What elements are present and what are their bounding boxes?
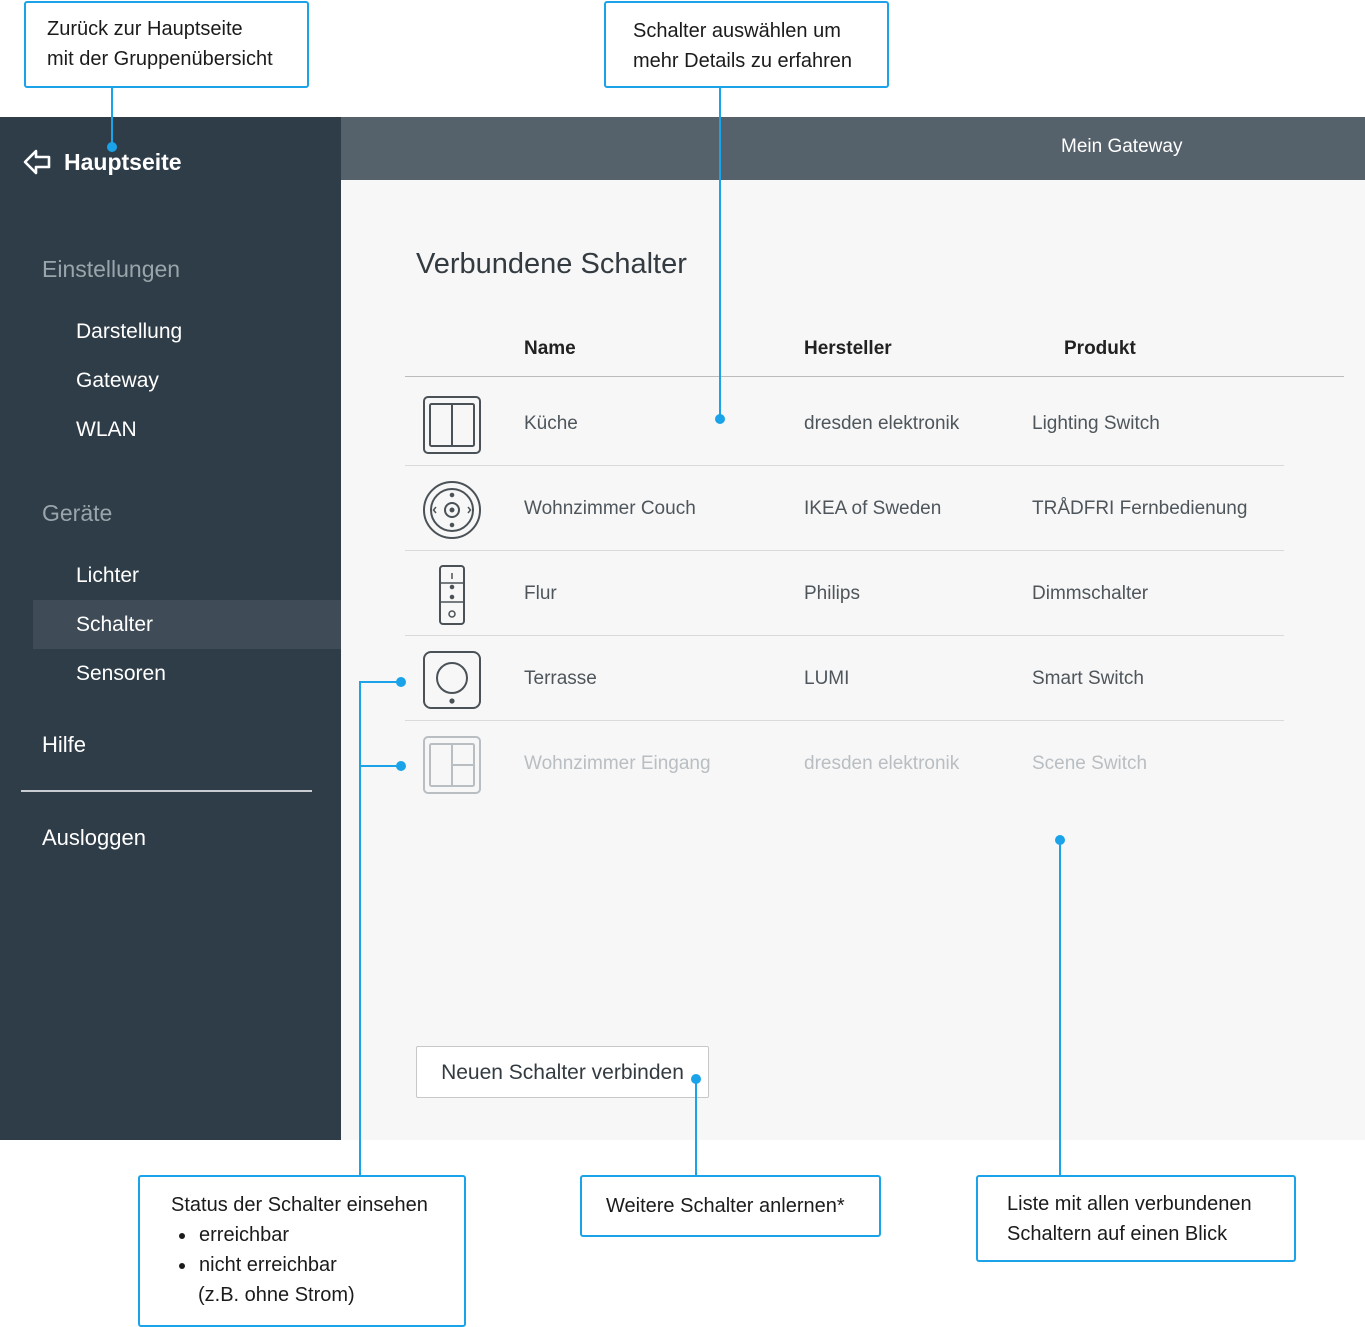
table-header-divider <box>405 376 1344 377</box>
switch-product: Smart Switch <box>1032 668 1144 689</box>
round-button-switch-icon <box>423 651 481 709</box>
switch-product: Lighting Switch <box>1032 413 1160 434</box>
switch-name: Flur <box>524 583 557 604</box>
connector-dot <box>1055 835 1065 845</box>
double-rocker-switch-icon <box>423 396 481 454</box>
table-row[interactable]: Wohnzimmer Eingang dresden elektronik Sc… <box>405 721 1284 806</box>
back-arrow-icon <box>23 149 51 175</box>
page-title: Verbundene Schalter <box>416 248 687 280</box>
callout-status-title: Status der Schalter einsehen <box>171 1194 428 1216</box>
callout-status-item: nicht erreichbar <box>197 1250 464 1280</box>
connector-dot <box>396 677 406 687</box>
sidebar-item-lichter[interactable]: Lichter <box>33 551 341 600</box>
table-row[interactable]: Wohnzimmer Couch IKEA of Sweden TRÅDFRI … <box>405 466 1284 551</box>
sidebar-item-darstellung[interactable]: Darstellung <box>33 307 341 356</box>
sidebar-divider <box>21 790 312 792</box>
connector-line <box>111 88 113 146</box>
callout-back: Zurück zur Hauptseite mit der Gruppenübe… <box>24 1 309 88</box>
callout-select: Schalter auswählen um mehr Details zu er… <box>604 1 889 88</box>
top-bar: Mein Gateway <box>341 117 1365 180</box>
connector-line <box>359 765 401 767</box>
switch-name: Wohnzimmer Couch <box>524 498 696 519</box>
connector-line <box>1059 840 1061 1175</box>
callout-list: Liste mit allen verbundenen Schaltern au… <box>976 1175 1296 1262</box>
callout-status-note: (z.B. ohne Strom) <box>198 1284 355 1306</box>
round-remote-icon <box>423 481 481 539</box>
callout-learn-text: Weitere Schalter anlernen* <box>606 1195 845 1217</box>
switch-name: Wohnzimmer Eingang <box>524 753 711 774</box>
sidebar-heading-devices: Geräte <box>42 500 113 526</box>
callout-back-line-1: Zurück zur Hauptseite <box>47 18 243 40</box>
callout-list-line-1: Liste mit allen verbundenen <box>1007 1193 1252 1215</box>
connector-dot <box>396 761 406 771</box>
table-row[interactable]: Terrasse LUMI Smart Switch <box>405 636 1284 721</box>
switch-name: Terrasse <box>524 668 597 689</box>
sidebar-item-schalter[interactable]: Schalter <box>33 600 341 649</box>
switch-manufacturer: Philips <box>804 583 860 604</box>
connector-line <box>359 681 401 683</box>
switch-manufacturer: IKEA of Sweden <box>804 498 942 519</box>
connector-dot <box>107 142 117 152</box>
callout-status-list: erreichbar nicht erreichbar <box>171 1220 464 1280</box>
gateway-title[interactable]: Mein Gateway <box>1061 117 1182 177</box>
callout-status-item: erreichbar <box>197 1220 464 1250</box>
column-header-product: Produkt <box>1064 338 1136 359</box>
table-row[interactable]: Küche dresden elektronik Lighting Switch <box>405 381 1284 466</box>
switch-product: TRÅDFRI Fernbedienung <box>1032 498 1248 519</box>
connect-new-switch-button[interactable]: Neuen Schalter verbinden <box>416 1046 709 1098</box>
main-content: Verbundene Schalter Name Hersteller Prod… <box>341 180 1365 1140</box>
connector-line <box>719 88 721 418</box>
connector-dot <box>691 1074 701 1084</box>
scene-switch-icon <box>423 736 481 794</box>
sidebar-heading-settings: Einstellungen <box>42 256 181 282</box>
connector-dot <box>715 414 725 424</box>
callout-status: Status der Schalter einsehen erreichbar … <box>138 1175 466 1327</box>
sidebar-item-gateway[interactable]: Gateway <box>33 356 341 405</box>
sidebar-item-help[interactable]: Hilfe <box>42 732 86 758</box>
sidebar-item-logout[interactable]: Ausloggen <box>42 825 146 851</box>
dimmer-remote-icon <box>439 565 465 625</box>
sidebar: Hauptseite Einstellungen Darstellung Gat… <box>0 117 341 1140</box>
callout-select-line-2: mehr Details zu erfahren <box>633 50 852 72</box>
switch-manufacturer: dresden elektronik <box>804 753 960 774</box>
callout-back-line-2: mit der Gruppenübersicht <box>47 48 273 70</box>
switch-product: Scene Switch <box>1032 753 1148 774</box>
callout-select-line-1: Schalter auswählen um <box>633 20 841 42</box>
back-to-home-link[interactable]: Hauptseite <box>22 147 182 177</box>
back-label: Hauptseite <box>64 148 182 175</box>
column-header-manufacturer: Hersteller <box>804 338 892 359</box>
switch-product: Dimmschalter <box>1032 583 1149 604</box>
sidebar-item-wlan[interactable]: WLAN <box>33 405 341 454</box>
connector-line <box>359 681 361 1175</box>
sidebar-item-sensoren[interactable]: Sensoren <box>33 649 341 698</box>
connector-line <box>695 1079 697 1175</box>
table-row[interactable]: Flur Philips Dimmschalter <box>405 551 1284 636</box>
switch-manufacturer: LUMI <box>804 668 850 689</box>
switch-manufacturer: dresden elektronik <box>804 413 960 434</box>
switch-name: Küche <box>524 413 578 434</box>
callout-learn: Weitere Schalter anlernen* <box>580 1175 881 1237</box>
column-header-name: Name <box>524 338 576 359</box>
callout-list-line-2: Schaltern auf einen Blick <box>1007 1223 1228 1245</box>
